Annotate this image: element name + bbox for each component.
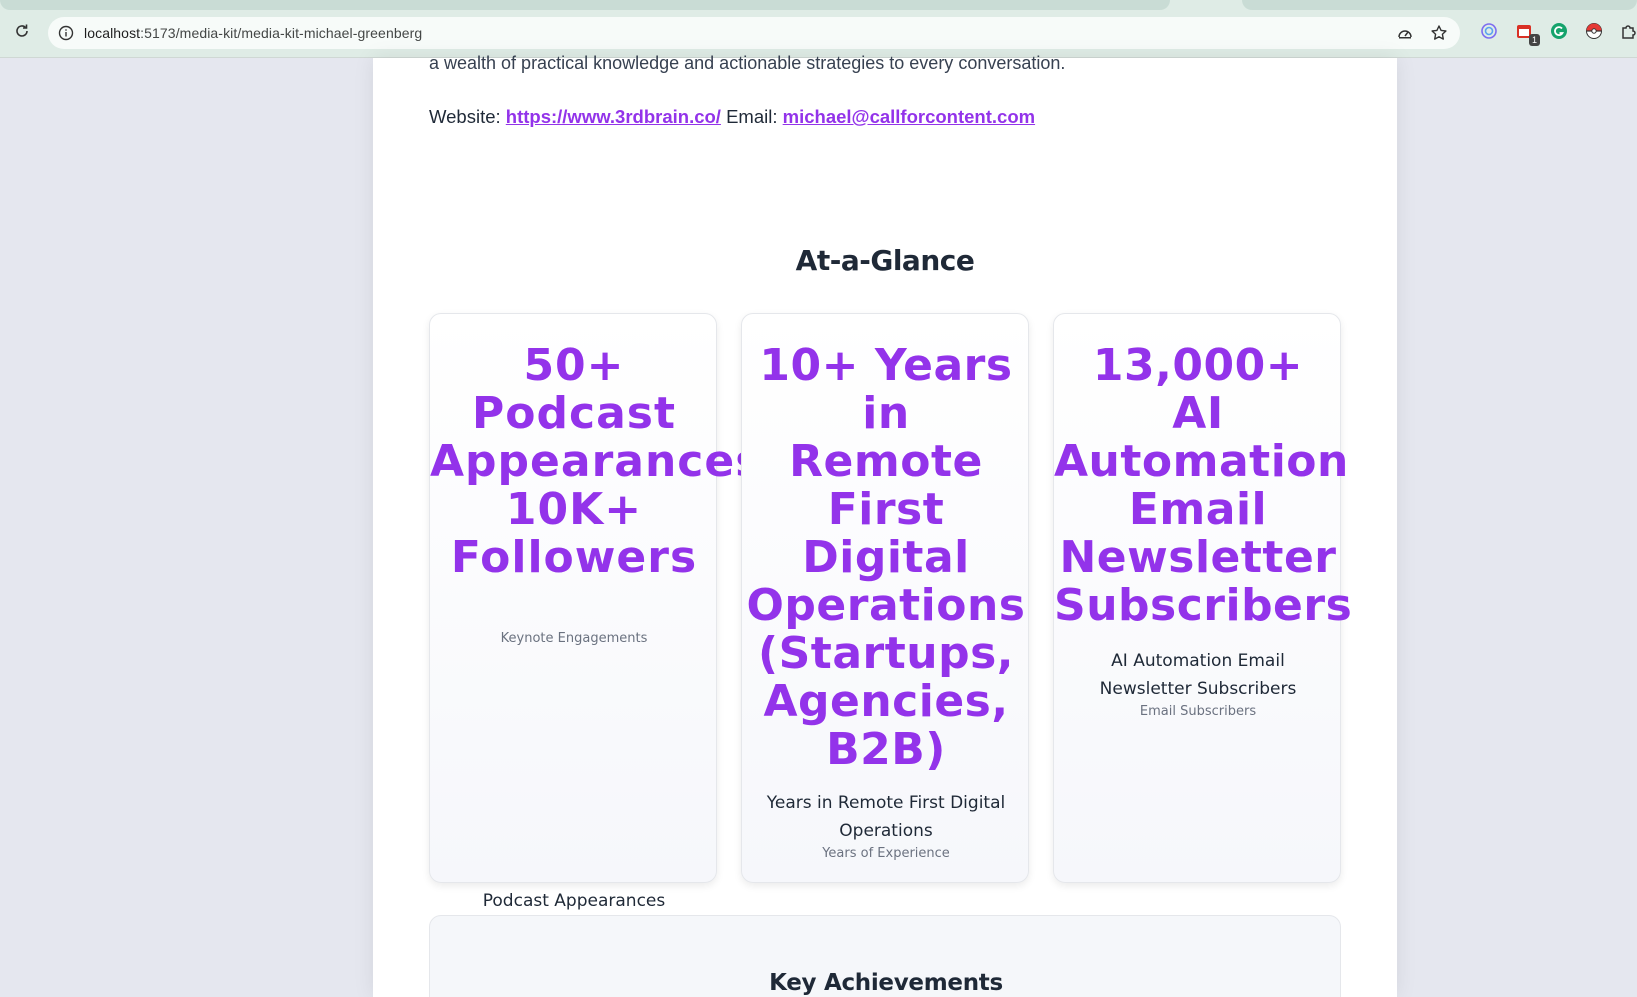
- website-label: Website:: [429, 106, 501, 127]
- email-label: Email:: [726, 106, 778, 127]
- key-achievements-section: Key Achievements: [429, 915, 1341, 997]
- address-bar[interactable]: localhost:5173/media-kit/media-kit-micha…: [48, 17, 1460, 49]
- url-host: localhost: [84, 25, 141, 41]
- stat-label: AI Automation Email Newsletter Subscribe…: [1099, 651, 1297, 699]
- at-a-glance-heading: At-a-Glance: [795, 244, 975, 277]
- extensions-bar: 1: [1478, 20, 1637, 46]
- stat-card: 50+ Podcast Appearances 10K+ Followers P…: [429, 313, 763, 911]
- tab-strip: [1242, 0, 1637, 10]
- performance-icon[interactable]: [1394, 22, 1416, 44]
- media-kit-page: a wealth of practical knowledge and acti…: [373, 53, 1397, 997]
- browser-toolbar: localhost:5173/media-kit/media-kit-micha…: [0, 0, 1637, 58]
- stat-label: Years in Remote First Digital Operations: [766, 793, 1006, 841]
- key-achievements-heading: Key Achievements: [769, 970, 1003, 996]
- extension-calendar-icon[interactable]: 1: [1513, 20, 1540, 46]
- bookmark-star-icon[interactable]: [1428, 22, 1450, 44]
- stat-sublabel: Email Subscribers: [1139, 704, 1257, 719]
- pokeball-icon[interactable]: [1583, 20, 1605, 42]
- extensions-puzzle-icon[interactable]: [1618, 20, 1637, 42]
- email-link[interactable]: michael@callforcontent.com: [783, 106, 1035, 127]
- stat-value: 13,000+ AI Automation Email Newsletter S…: [1054, 340, 1353, 631]
- bio-paragraph-tail: a wealth of practical knowledge and acti…: [429, 53, 1066, 73]
- extension-badge: 1: [1528, 34, 1540, 46]
- stat-sublabel: Keynote Engagements: [500, 631, 648, 646]
- tab-strip: [0, 0, 1170, 10]
- contact-line: Website: https://www.3rdbrain.co/ Email:…: [429, 106, 1035, 128]
- grammarly-icon[interactable]: [1548, 20, 1570, 42]
- url-text: localhost:5173/media-kit/media-kit-micha…: [84, 25, 422, 41]
- url-path: :5173/media-kit/media-kit-michael-greenb…: [140, 25, 423, 41]
- site-info-icon[interactable]: [52, 19, 80, 47]
- stat-sublabel: Years of Experience: [822, 846, 950, 861]
- stat-value: 50+ Podcast Appearances 10K+ Followers: [430, 340, 763, 583]
- stat-label: Podcast Appearances: [482, 891, 666, 911]
- reload-icon[interactable]: [12, 21, 32, 41]
- stat-card: 13,000+ AI Automation Email Newsletter S…: [1053, 313, 1353, 883]
- website-link[interactable]: https://www.3rdbrain.co/: [506, 106, 721, 127]
- stat-card: 10+ Years in Remote First Digital Operat…: [741, 313, 1029, 883]
- extension-spiral-icon[interactable]: [1478, 20, 1500, 42]
- stat-value: 10+ Years in Remote First Digital Operat…: [746, 340, 1026, 775]
